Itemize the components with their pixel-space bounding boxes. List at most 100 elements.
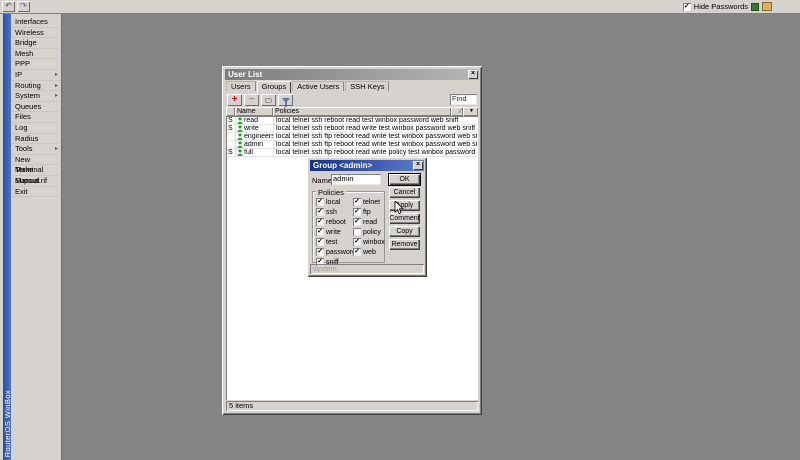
policy-checkbox-ssh[interactable]: ✓ ssh [316,207,353,217]
user-list-titlebar[interactable]: User List × [225,69,479,80]
tab-groups[interactable]: Groups [256,81,292,93]
item-count: 5 items [229,401,254,410]
brand-strip: RouterOS WinBox [3,14,12,460]
comment-button[interactable] [261,94,276,106]
remove-button[interactable]: − [244,94,259,106]
hide-passwords-checkbox[interactable]: ✓ [682,2,691,11]
sidebar-item-routing[interactable]: Routing ▸ [12,81,60,92]
checkbox-icon: ✓ [316,238,324,246]
sidebar-item-files[interactable]: Files [12,112,60,123]
policy-checkbox-ftp[interactable]: ✓ ftp [353,207,383,217]
group-user-icon [237,141,243,148]
copy-button[interactable]: Copy [389,226,420,237]
redo-icon: ↷ [20,1,27,10]
column-dropdown-button[interactable]: ▼ [463,107,478,116]
policy-checkbox-write[interactable]: ✓ write [316,227,353,237]
checkbox-label: test [326,238,338,246]
sidebar-item-ppp[interactable]: PPP [12,59,60,70]
tab-active-users[interactable]: Active Users [292,81,344,91]
table-row[interactable]: Swrite local telnet ssh reboot read write… [227,125,477,133]
group-user-icon [237,149,243,156]
sidebar-item-tools[interactable]: Tools ▸ [12,144,60,155]
group-dialog-close-button[interactable]: × [413,161,423,170]
policy-checkbox-test[interactable]: ✓ test [316,237,353,247]
user-list-close-button[interactable]: × [468,70,478,79]
checkbox-label: web [363,248,376,256]
sidebar-item-wireless[interactable]: Wireless [12,28,60,39]
apply-button[interactable]: Apply [389,200,420,211]
sidebar-item-new-terminal[interactable]: New Terminal [12,155,60,174]
sort-indicator-icon[interactable]: ∕ [451,107,463,116]
table-row[interactable]: Sread local telnet ssh reboot read test w… [227,117,477,125]
name-field[interactable]: admin [331,174,381,185]
checkbox-label: telnet [363,198,381,206]
redo-button[interactable]: ↷ [17,1,30,12]
plus-icon: + [231,94,238,105]
policy-checkbox-telnet[interactable]: ✓ telnet [353,197,383,207]
sidebar-item-label: Interfaces [15,17,48,26]
find-input[interactable]: Find [450,94,477,105]
tab-users[interactable]: Users [226,81,256,91]
row-name: admin [244,141,264,148]
sidebar-item-mesh[interactable]: Mesh [12,49,60,60]
checkbox-icon: ✓ [316,228,324,236]
policy-checkbox-local[interactable]: ✓ local [316,197,353,207]
ok-button[interactable]: OK [388,173,421,186]
row-policies: local telnet ssh ftp reboot read write t… [276,141,477,148]
checkbox-icon: ✓ [316,198,324,206]
policy-checkbox-web[interactable]: ✓ web [353,247,383,257]
checkbox-icon: ✓ [353,198,361,206]
remove-button[interactable]: Remove [389,239,420,250]
checkbox-label: ftp [363,208,371,216]
policy-checkbox-read[interactable]: ✓ read [353,217,383,227]
policy-checkbox-password[interactable]: ✓ password [316,247,356,257]
sidebar-item-label: Queues [15,101,42,111]
sidebar-item-bridge[interactable]: Bridge [12,38,60,49]
group-dialog-titlebar[interactable]: Group <admin> × [310,160,424,171]
sidebar-item-label: Log [15,122,28,132]
sidebar-item-label: Mesh [15,48,34,58]
column-flag[interactable] [226,107,235,116]
group-dialog-status-bar: system [310,264,424,274]
group-user-icon [237,133,243,140]
sidebar-item-system[interactable]: System ▸ [12,91,60,102]
brand-text: RouterOS WinBox [3,389,12,457]
userlist-toolbar: + − [227,94,293,107]
column-name[interactable]: Name [235,107,273,116]
table-row[interactable]: Sfull local telnet ssh ftp reboot read wr… [227,149,477,157]
sidebar-item-log[interactable]: Log [12,123,60,134]
policy-checkbox-reboot[interactable]: ✓ reboot [316,217,353,227]
group-dialog-title: Group <admin> [313,161,373,170]
checkbox-label: policy [363,228,381,236]
comment-button[interactable]: Comment [389,213,420,224]
table-row[interactable]: admin local telnet ssh ftp reboot read wr… [227,141,477,149]
checkbox-icon: ✓ [316,208,324,216]
add-button[interactable]: + [227,94,242,106]
sidebar-item-queues[interactable]: Queues [12,102,60,113]
undo-button[interactable]: ↶ [2,1,15,12]
sidebar-item-manual[interactable]: Manual [12,176,60,187]
sidebar-item-make-supout-rif[interactable]: Make Supout.rif [12,165,60,185]
checkbox-icon [353,228,361,236]
undo-icon: ↶ [5,1,12,10]
row-flag [227,141,236,148]
row-name-cell: write [236,125,274,132]
hide-passwords-label: Hide Passwords [693,2,748,11]
column-policies[interactable]: Policies [273,107,451,116]
submenu-arrow-icon: ▸ [54,71,58,78]
row-name-cell: full [236,149,274,156]
sidebar-item-radius[interactable]: Radius [12,134,60,145]
cancel-button[interactable]: Cancel [389,187,420,198]
row-name: write [244,125,259,132]
policy-checkbox-policy[interactable]: policy [353,227,383,237]
filter-button[interactable] [278,94,293,107]
table-row[interactable]: engineers local telnet ssh ftp reboot rea… [227,133,477,141]
sidebar-item-interfaces[interactable]: Interfaces [12,17,60,28]
sidebar-item-ip[interactable]: IP ▸ [12,70,60,81]
checkbox-label: password [326,248,356,256]
tab-ssh-keys[interactable]: SSH Keys [345,81,389,91]
connection-indicator-green-icon [751,2,759,11]
policy-checkbox-winbox[interactable]: ✓ winbox [353,237,385,247]
row-policies: local telnet ssh reboot read test winbox… [276,117,459,124]
sidebar-item-exit[interactable]: Exit [12,187,60,198]
